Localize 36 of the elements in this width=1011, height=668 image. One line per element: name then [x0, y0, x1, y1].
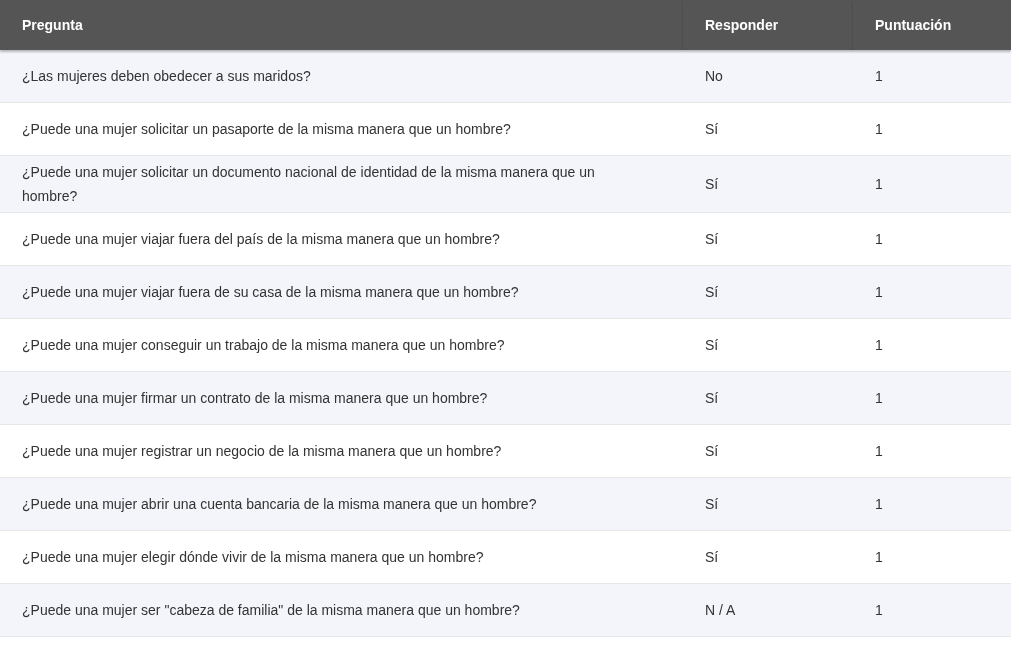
answer-text: Sí [705, 442, 719, 461]
column-header: Puntuación [875, 17, 952, 33]
answer-text: Sí [705, 283, 719, 302]
answer-text: N / A [705, 601, 736, 620]
score-text: 1 [875, 442, 883, 461]
score-text: 1 [875, 495, 883, 514]
question-text: ¿Las mujeres deben obedecer a sus maridos? [22, 67, 311, 86]
score-text: 1 [875, 120, 883, 139]
column-header: Pregunta [22, 17, 83, 33]
score-text: 1 [875, 175, 883, 194]
score-text: 1 [875, 67, 883, 86]
question-text: ¿Puede una mujer registrar un negocio de la misma manera que un hombre? [22, 442, 502, 461]
answer-text: No [705, 67, 723, 86]
question-text: ¿Puede una mujer elegir dónde vivir de la misma manera que un hombre? [22, 548, 484, 567]
question-text: ¿Puede una mujer solicitar un pasaporte de la misma manera que un hombre? [22, 120, 511, 139]
answer-text: Sí [705, 389, 719, 408]
answer-text: Sí [705, 495, 719, 514]
question-text: ¿Puede una mujer firmar un contrato de la misma manera que un hombre? [22, 389, 488, 408]
answer-text: Sí [705, 120, 719, 139]
score-text: 1 [875, 230, 883, 249]
question-text: ¿Puede una mujer viajar fuera de su casa de la misma manera que un hombre? [22, 283, 519, 302]
question-text: ¿Puede una mujer solicitar un documento nacional de identidad de la misma manera que un hombre? [22, 163, 596, 206]
question-text: ¿Puede una mujer ser "cabeza de familia" de la misma manera que un hombre? [22, 601, 520, 620]
answer-text: Sí [705, 548, 719, 567]
score-text: 1 [875, 548, 883, 567]
question-text: ¿Puede una mujer conseguir un trabajo de la misma manera que un hombre? [22, 336, 505, 355]
score-text: 1 [875, 283, 883, 302]
answer-text: Sí [705, 230, 719, 249]
answer-text: Sí [705, 336, 719, 355]
answer-text: Sí [705, 175, 719, 194]
score-text: 1 [875, 389, 883, 408]
column-header: Responder [705, 17, 779, 33]
question-text: ¿Puede una mujer viajar fuera del país de la misma manera que un hombre? [22, 230, 500, 249]
question-text: ¿Puede una mujer abrir una cuenta bancaria de la misma manera que un hombre? [22, 495, 537, 514]
score-text: 1 [875, 601, 883, 620]
score-text: 1 [875, 336, 883, 355]
